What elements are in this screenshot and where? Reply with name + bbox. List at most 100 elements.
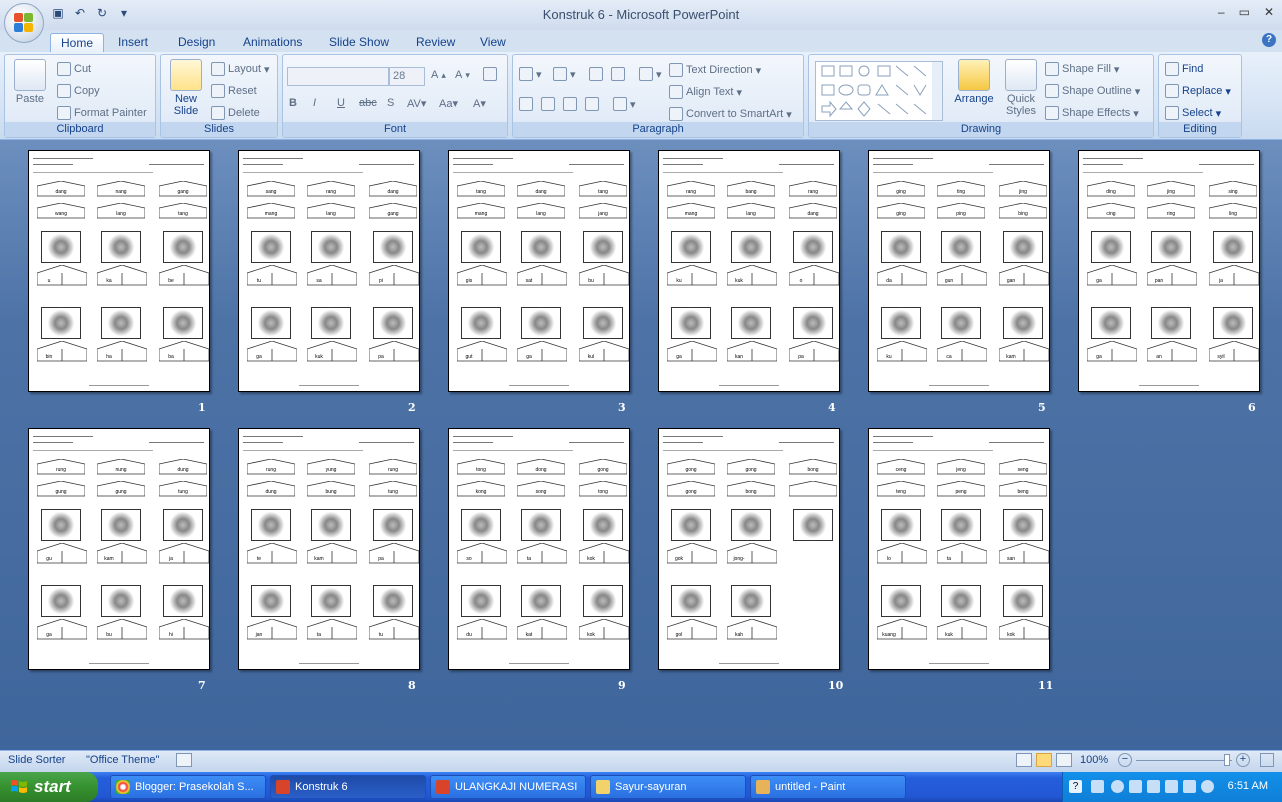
increase-indent-button[interactable]: [611, 67, 625, 81]
volume-icon[interactable]: [1147, 780, 1160, 793]
restore-button[interactable]: ▭: [1239, 5, 1250, 19]
cut-button[interactable]: Cut: [57, 62, 91, 76]
slide-thumbnail[interactable]: tong dong gong kong song tong so ta kok du kat kok: [448, 428, 630, 670]
printer-icon[interactable]: [1165, 780, 1178, 793]
bullets-button[interactable]: ▾: [519, 67, 542, 81]
format-painter-button[interactable]: Format Painter: [57, 106, 147, 120]
arrange-button[interactable]: Arrange: [951, 59, 997, 105]
slide-picture-icon: [731, 231, 771, 263]
task-sayur[interactable]: Sayur-sayuran: [590, 775, 746, 799]
slideshow-view-icon[interactable]: [1056, 753, 1072, 767]
slide-picture-icon: [671, 585, 711, 617]
slide-sorter-view-icon[interactable]: [1036, 753, 1052, 767]
columns-button[interactable]: ▾: [613, 97, 636, 111]
text-direction-button[interactable]: Text Direction ▾: [669, 63, 761, 77]
shadow-button[interactable]: S: [387, 97, 394, 109]
tab-review[interactable]: Review: [406, 33, 465, 52]
zoom-slider-thumb[interactable]: [1224, 754, 1230, 766]
slide-thumbnail[interactable]: ding jing sing cing ring ling ga pan ja ga an syil: [1078, 150, 1260, 392]
normal-view-icon[interactable]: [1016, 753, 1032, 767]
shape-effects-button[interactable]: Shape Effects ▾: [1045, 106, 1139, 120]
new-slide-button[interactable]: New Slide: [165, 59, 207, 117]
slide-thumbnail[interactable]: sang rang dang mang lang gang tu sa pi ga kuk pa: [238, 150, 420, 392]
layout-button[interactable]: Layout ▾: [211, 62, 270, 76]
underline-button[interactable]: U: [337, 97, 345, 109]
replace-button[interactable]: Replace ▾: [1165, 84, 1231, 98]
slide-thumbnail[interactable]: rung yung rung dung bung tung te kam pa jan ta tu: [238, 428, 420, 670]
network-icon[interactable]: [1091, 780, 1104, 793]
font-color-button[interactable]: A▾: [473, 97, 486, 110]
slide-thumbnail[interactable]: ging ting jing ging ping bing da gun gan ku ca kam: [868, 150, 1050, 392]
delete-button[interactable]: Delete: [211, 106, 260, 120]
tab-slide-show[interactable]: Slide Show: [319, 33, 399, 52]
italic-button[interactable]: I: [313, 97, 316, 109]
slide-thumbnail[interactable]: dang nang gang wang lang tang u ka be bin ha ba: [28, 150, 210, 392]
start-button[interactable]: start: [0, 772, 98, 802]
justify-button[interactable]: [585, 97, 599, 111]
copy-button[interactable]: Copy: [57, 84, 100, 98]
tab-home[interactable]: Home: [50, 33, 105, 52]
bold-button[interactable]: B: [289, 97, 297, 109]
slide-bottom-word: ta: [527, 556, 531, 562]
convert-smartart-button[interactable]: Convert to SmartArt ▾: [669, 107, 792, 121]
numbering-button[interactable]: ▾: [553, 67, 576, 81]
font-name-input[interactable]: [287, 67, 389, 86]
expand-tray-icon[interactable]: [1111, 780, 1124, 793]
slide-thumbnail[interactable]: rung nung dung gung gung tung gu kam ja ga bu hi: [28, 428, 210, 670]
zoom-level[interactable]: 100%: [1080, 754, 1108, 766]
paste-button[interactable]: Paste: [11, 59, 49, 105]
tab-view[interactable]: View: [470, 33, 516, 52]
align-center-button[interactable]: [541, 97, 555, 111]
select-button[interactable]: Select ▾: [1165, 106, 1221, 120]
slide-thumbnail[interactable]: rang bang rang mang lang dang ku kuk o ga kan pa: [658, 150, 840, 392]
decrease-indent-button[interactable]: [589, 67, 603, 81]
tab-insert[interactable]: Insert: [108, 33, 158, 52]
strikethrough-button[interactable]: abc: [359, 97, 377, 109]
slide-top-word: rung: [266, 467, 276, 473]
zoom-in-icon[interactable]: +: [1236, 753, 1250, 767]
tab-design[interactable]: Design: [168, 33, 225, 52]
help-icon[interactable]: ?: [1262, 33, 1276, 47]
task-ulangkaji[interactable]: ULANGKAJI NUMERASI: [430, 775, 586, 799]
fit-window-icon[interactable]: [1260, 753, 1274, 767]
scissors-icon: [57, 62, 71, 76]
paste-icon: [14, 59, 46, 91]
task-blogger[interactable]: Blogger: Prasekolah S...: [110, 775, 266, 799]
editing-label: Editing: [1159, 122, 1241, 137]
align-right-button[interactable]: [563, 97, 577, 111]
slide-picture-icon: [251, 231, 291, 263]
zoom-slider[interactable]: [1136, 760, 1232, 761]
office-button[interactable]: [4, 3, 44, 43]
align-left-button[interactable]: [519, 97, 533, 111]
slide-picture-icon: [1213, 231, 1253, 263]
shapes-gallery[interactable]: [815, 61, 943, 121]
help-tray-icon[interactable]: ?: [1069, 780, 1082, 793]
shrink-font-button[interactable]: A ▾: [455, 69, 470, 81]
display-icon[interactable]: [1183, 780, 1196, 793]
char-spacing-button[interactable]: AV▾: [407, 97, 426, 110]
slide-thumbnail[interactable]: ceng jeng seng teng peng beng lo ta san kuang kuk k…: [868, 428, 1050, 670]
quick-styles-button[interactable]: Quick Styles: [1001, 59, 1041, 117]
reset-button[interactable]: Reset: [211, 84, 257, 98]
grow-font-button[interactable]: A ▴: [431, 69, 446, 81]
spell-check-icon[interactable]: [176, 753, 192, 767]
tray-app-icon[interactable]: [1129, 780, 1142, 793]
tab-animations[interactable]: Animations: [233, 33, 312, 52]
shape-outline-button[interactable]: Shape Outline ▾: [1045, 84, 1140, 98]
sync-icon[interactable]: [1201, 780, 1214, 793]
clear-format-icon[interactable]: [483, 67, 497, 81]
change-case-button[interactable]: Aa▾: [439, 97, 458, 110]
slide-thumbnail[interactable]: gong gong bong gong bong gok jong-gol kah: [658, 428, 840, 670]
find-button[interactable]: Find: [1165, 62, 1203, 76]
shape-fill-button[interactable]: Shape Fill ▾: [1045, 62, 1119, 76]
slide-bottom-word: o: [800, 278, 803, 284]
font-size-input[interactable]: 28: [389, 67, 425, 86]
task-paint[interactable]: untitled - Paint: [750, 775, 906, 799]
close-button[interactable]: ✕: [1264, 5, 1274, 19]
minimize-button[interactable]: –: [1218, 5, 1225, 19]
task-konstruk[interactable]: Konstruk 6: [270, 775, 426, 799]
zoom-out-icon[interactable]: −: [1118, 753, 1132, 767]
align-text-button[interactable]: Align Text ▾: [669, 85, 742, 99]
line-spacing-button[interactable]: ▾: [639, 67, 662, 81]
slide-thumbnail[interactable]: tang dang tang mang lang jang gis sat bu gut ga kul: [448, 150, 630, 392]
